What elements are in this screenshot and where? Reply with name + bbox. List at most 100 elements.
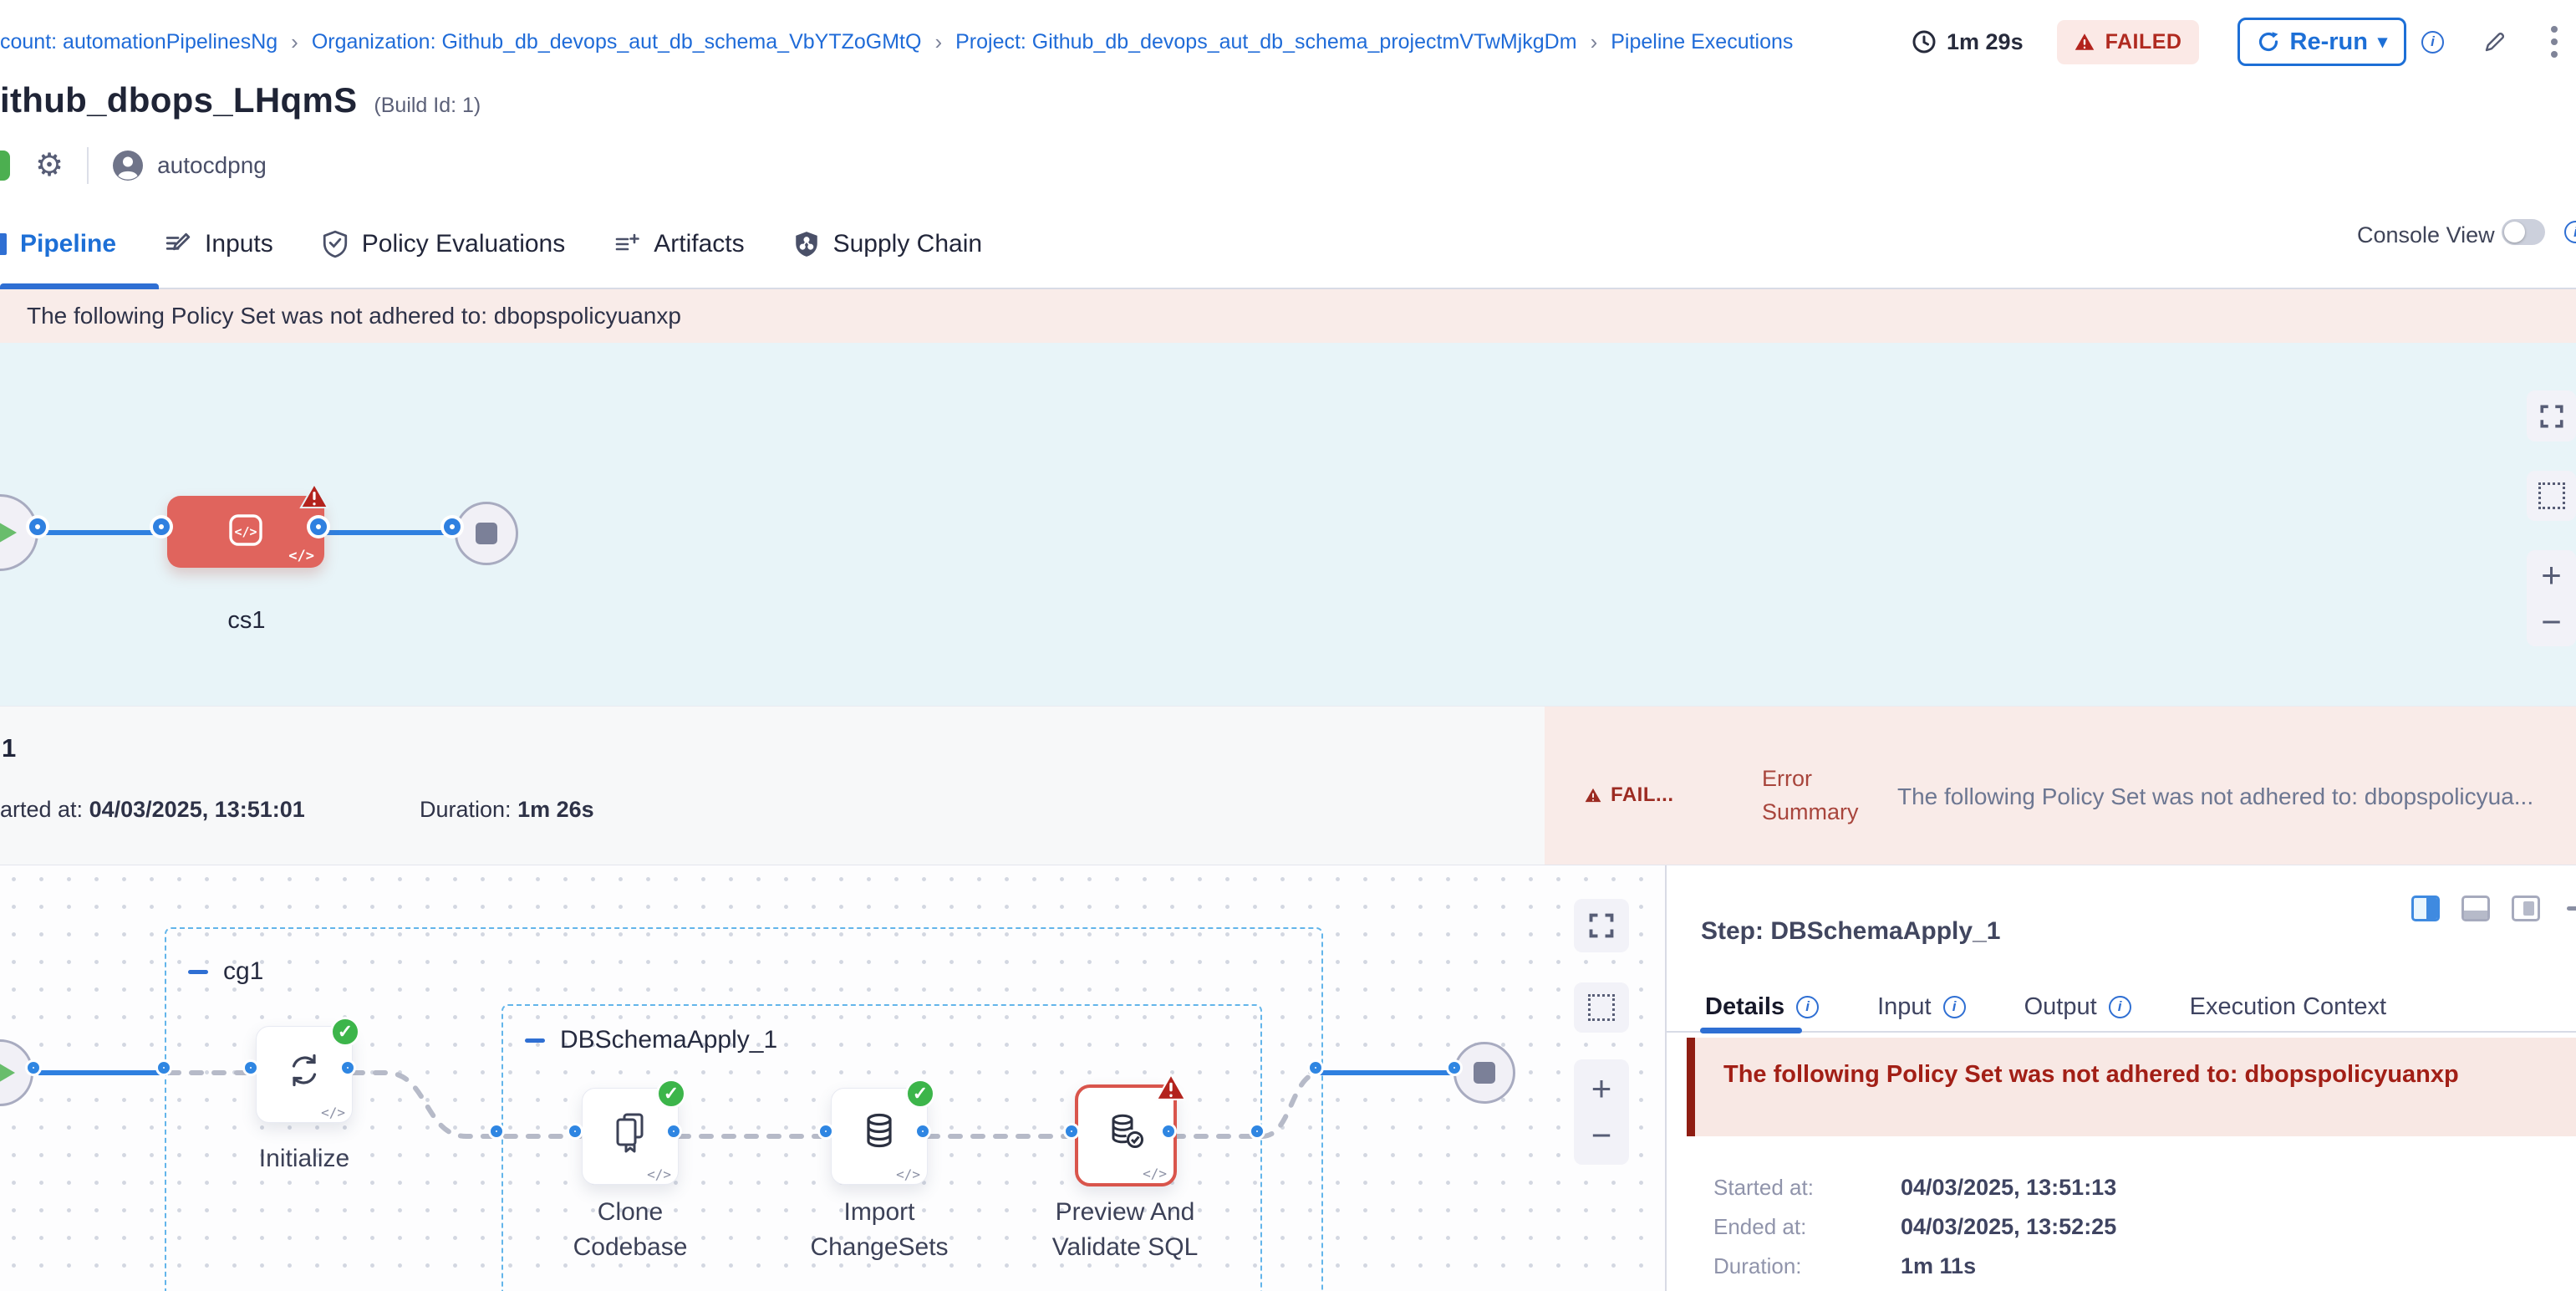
zoom-out-button[interactable]: −	[1591, 1112, 1612, 1159]
minimize-panel-icon[interactable]	[2567, 906, 2576, 911]
edit-icon[interactable]	[2482, 29, 2507, 54]
detail-value: 04/03/2025, 13:52:25	[1901, 1214, 2116, 1240]
zoom-controls: + −	[1574, 1059, 1629, 1165]
info-icon[interactable]: i	[1796, 996, 1819, 1018]
tab-supply-chain[interactable]: Supply Chain	[793, 230, 982, 258]
step-node-preview-validate-sql[interactable]: </>	[1075, 1084, 1177, 1186]
breadcrumb-account[interactable]: count: automationPipelinesNg	[0, 30, 277, 54]
console-view-toggle[interactable]	[2502, 219, 2545, 245]
step-error-box: The following Policy Set was not adhered…	[1687, 1038, 2576, 1136]
tab-output[interactable]: Output i	[2024, 993, 2131, 1021]
pipeline-end-node	[455, 502, 518, 565]
fullscreen-button[interactable]	[1574, 899, 1629, 952]
floating-view-icon[interactable]	[2512, 896, 2540, 921]
tab-strip: Pipeline Inputs Policy Evaluations	[0, 192, 982, 288]
marquee-select-button[interactable]	[1574, 982, 1629, 1033]
marquee-select-button[interactable]	[2527, 471, 2576, 521]
stop-icon	[476, 523, 497, 544]
breadcrumb: count: automationPipelinesNg › Organizat…	[0, 0, 1793, 84]
elapsed-time: 1m 29s	[1912, 29, 2024, 55]
error-summary-text: The following Policy Set was not adhered…	[1897, 783, 2533, 810]
page-title-row: ithub_dbops_LHqmS (Build Id: 1)	[0, 80, 481, 120]
tab-execution-context[interactable]: Execution Context	[2190, 993, 2386, 1021]
pipeline-title: ithub_dbops_LHqmS	[0, 80, 357, 120]
split-right-view-icon[interactable]	[2411, 896, 2440, 921]
group-label-cg1: cg1	[188, 957, 263, 986]
port	[158, 1062, 170, 1074]
play-icon	[0, 1062, 15, 1084]
step-details-panel: Step: DBSchemaApply_1 Details i Input i …	[1665, 865, 2576, 1291]
split-bottom-view-icon[interactable]	[2461, 896, 2490, 921]
code-glyph: </>	[288, 548, 314, 564]
avatar	[112, 150, 144, 181]
port	[569, 1125, 581, 1137]
stage-node-cs1[interactable]: </> </>	[167, 496, 324, 568]
zoom-out-button[interactable]: −	[2541, 599, 2562, 646]
stage-graph-canvas[interactable]: </> </> cs1 + −	[0, 343, 2576, 706]
tab-artifacts[interactable]: Artifacts	[613, 230, 744, 258]
fullscreen-button[interactable]	[2527, 390, 2576, 441]
port	[28, 1062, 39, 1074]
status-tag-cut	[0, 151, 10, 181]
success-badge: ✓	[905, 1079, 935, 1109]
policy-banner-text: The following Policy Set was not adhered…	[27, 303, 681, 329]
tab-inputs[interactable]: Inputs	[165, 230, 273, 258]
stop-icon	[1474, 1062, 1495, 1084]
trigger-user: autocdpng	[157, 152, 267, 179]
shield-check-icon	[322, 230, 349, 258]
detail-label: Duration:	[1713, 1253, 1901, 1279]
detail-value: 04/03/2025, 13:51:13	[1901, 1175, 2116, 1201]
step-graph-canvas[interactable]: cg1 DBSchemaApply_1	[0, 865, 1665, 1291]
tab-artifacts-label: Artifacts	[654, 230, 744, 258]
chevron-right-icon: ›	[934, 29, 942, 55]
port	[245, 1062, 257, 1074]
info-icon[interactable]: i	[1943, 996, 1966, 1018]
port	[668, 1125, 680, 1137]
breadcrumb-organization[interactable]: Organization: Github_db_devops_aut_db_sc…	[312, 30, 922, 54]
info-icon[interactable]: i	[2421, 31, 2444, 54]
code-glyph: </>	[321, 1105, 345, 1120]
tab-bar: Pipeline Inputs Policy Evaluations	[0, 192, 2576, 289]
step-panel-title: Step: DBSchemaApply_1	[1701, 917, 2000, 946]
top-actions: 1m 29s FAILED Re-run ▾ i	[1912, 0, 2558, 84]
detail-row-started: Started at: 04/03/2025, 13:51:13	[1713, 1168, 2116, 1207]
port	[491, 1125, 502, 1137]
stage-connectors	[0, 343, 669, 706]
collapse-icon[interactable]	[525, 1038, 545, 1043]
port	[153, 518, 170, 535]
breadcrumb-project[interactable]: Project: Github_db_devops_aut_db_schema_…	[955, 30, 1576, 54]
duration-label: Duration:	[420, 797, 512, 822]
clone-codebase-icon	[608, 1110, 652, 1155]
warning-triangle-icon	[2074, 32, 2095, 52]
tab-policy-evaluations[interactable]: Policy Evaluations	[322, 230, 565, 258]
port	[310, 518, 327, 535]
port	[1251, 1125, 1263, 1137]
step-node-import-changesets[interactable]: ✓ </>	[831, 1088, 928, 1185]
info-icon[interactable]: i	[2109, 996, 2131, 1018]
step-node-initialize[interactable]: ✓ </>	[256, 1026, 353, 1123]
collapse-icon[interactable]	[188, 970, 208, 974]
rerun-button[interactable]: Re-run ▾	[2237, 18, 2407, 66]
more-options-icon[interactable]	[2551, 26, 2558, 58]
tab-input[interactable]: Input i	[1877, 993, 1966, 1021]
stage-label: cs1	[171, 607, 322, 635]
port	[1163, 1125, 1174, 1137]
chevron-down-icon: ▾	[2378, 31, 2387, 53]
gear-icon[interactable]: ⚙	[35, 150, 64, 181]
tab-pipeline[interactable]: Pipeline	[0, 230, 116, 258]
zoom-in-button[interactable]: +	[2541, 552, 2562, 599]
stage-failed-icon	[299, 482, 329, 509]
tab-details-label: Details	[1705, 993, 1784, 1021]
tab-details[interactable]: Details i	[1705, 993, 1819, 1021]
tab-execution-context-label: Execution Context	[2190, 993, 2386, 1021]
fullscreen-icon	[1587, 911, 1616, 940]
breadcrumb-pipeline-executions[interactable]: Pipeline Executions	[1611, 30, 1793, 54]
meta-row: ⚙ autocdpng	[0, 142, 267, 189]
lower-section: cg1 DBSchemaApply_1	[0, 865, 2576, 1291]
marquee-icon	[1588, 994, 1615, 1021]
step-node-clone-codebase[interactable]: ✓ </>	[582, 1088, 679, 1185]
zoom-in-button[interactable]: +	[1591, 1065, 1612, 1112]
detail-value: 1m 11s	[1901, 1253, 1976, 1279]
zoom-controls: + −	[2527, 550, 2576, 646]
console-info-icon[interactable]: i	[2564, 221, 2576, 243]
